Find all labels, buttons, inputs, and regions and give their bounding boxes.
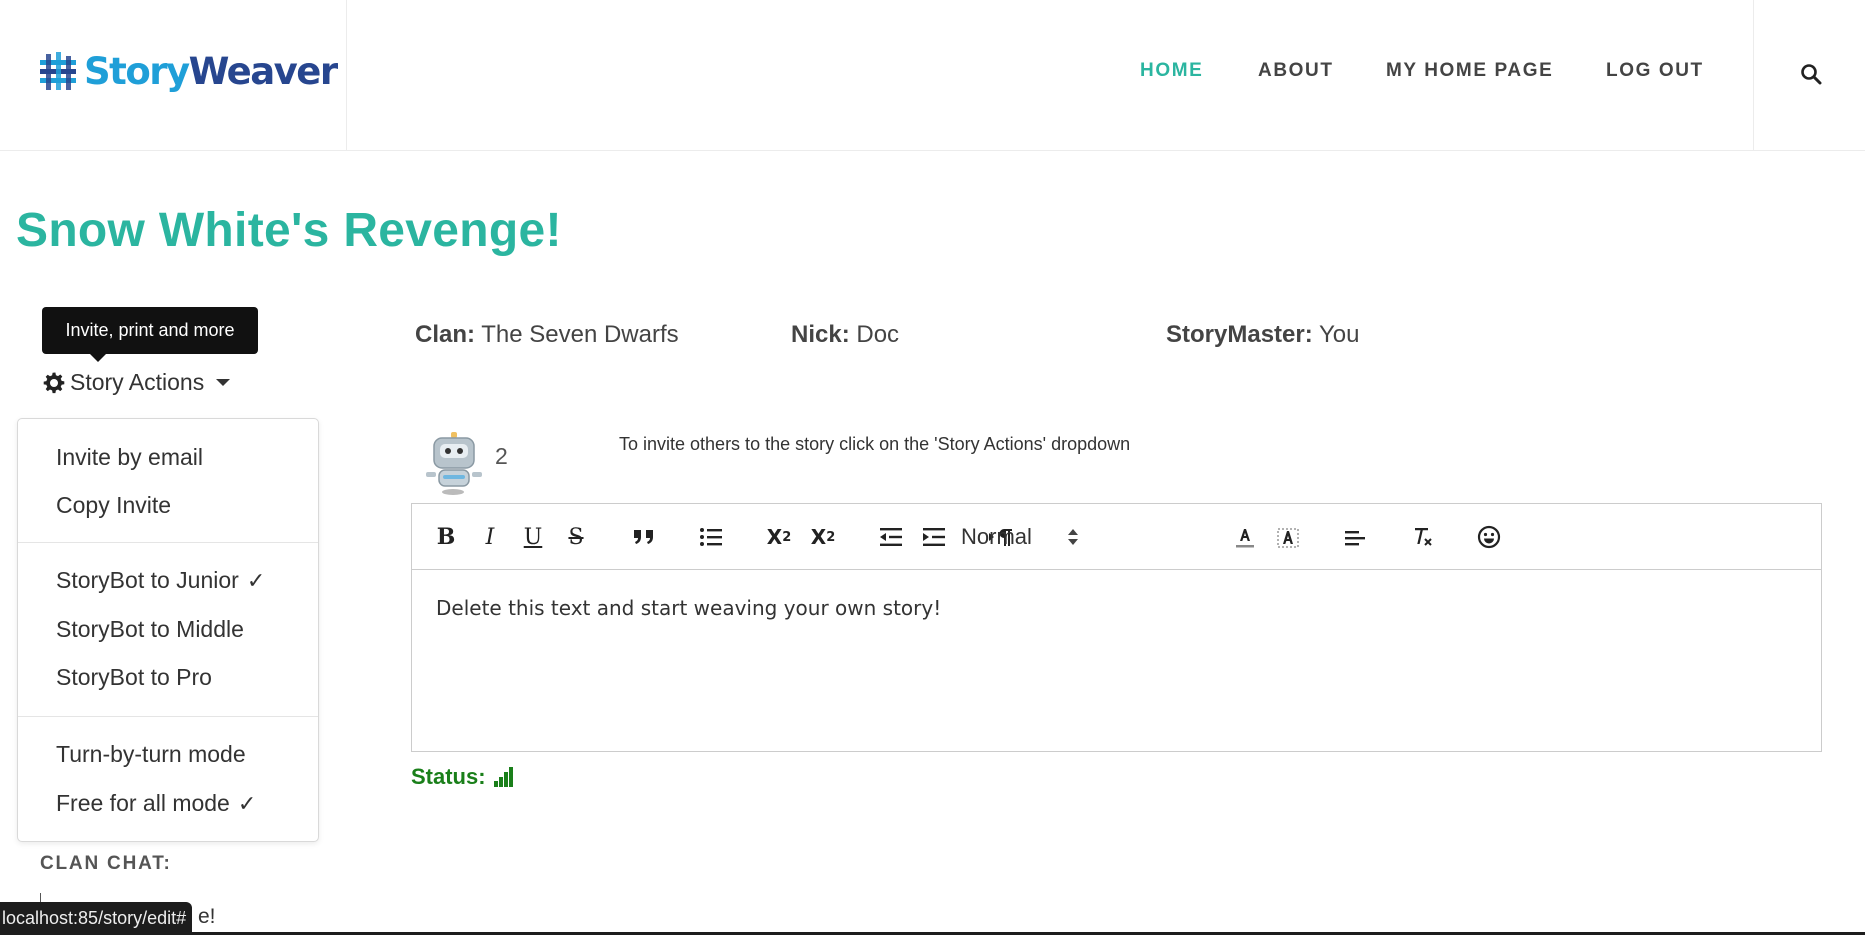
clan-label: Clan: <box>415 321 475 348</box>
menu-item-label: Copy Invite <box>56 492 172 518</box>
weave-logo-icon <box>40 52 76 90</box>
text-color-icon <box>1236 529 1254 548</box>
robot-icon <box>426 432 482 495</box>
storyweaver-logo[interactable]: StoryWeaver <box>38 50 338 94</box>
menu-item-label: Free for all mode <box>56 790 230 816</box>
underline-button[interactable]: U <box>521 522 545 552</box>
menu-invite-by-email[interactable]: Invite by email <box>56 444 203 471</box>
search-icon[interactable] <box>1800 63 1822 85</box>
outdent-icon <box>880 528 902 546</box>
menu-storybot-junior[interactable]: StoryBot to Junior ✓ <box>56 567 265 594</box>
bot-count: 2 <box>495 443 508 469</box>
page-title: Snow White's Revenge! <box>16 204 562 257</box>
nick-info: Nick: Doc <box>791 321 899 349</box>
site-header: StoryWeaver HOME ABOUT MY HOME PAGE LOG … <box>0 0 1865 151</box>
storymaster-info: StoryMaster: You <box>1166 321 1359 349</box>
story-actions-menu: Invite by email Copy Invite StoryBot to … <box>17 418 319 842</box>
invite-hint: To invite others to the story click on t… <box>619 434 1131 454</box>
search-cell <box>1753 0 1865 151</box>
menu-divider <box>18 716 318 717</box>
status-url-tooltip: localhost:85/story/edit# <box>0 902 193 935</box>
signal-bars-icon <box>493 767 513 787</box>
menu-turn-by-turn-mode[interactable]: Turn-by-turn mode <box>56 741 246 768</box>
superscript-button[interactable]: X2 <box>808 522 838 552</box>
nav-log-out[interactable]: LOG OUT <box>1606 60 1704 82</box>
bold-icon: B <box>436 524 456 550</box>
clear-format-button[interactable] <box>1409 522 1437 552</box>
italic-button[interactable]: I <box>478 522 502 552</box>
subscript-icon: X <box>766 525 783 549</box>
outdent-button[interactable] <box>878 522 904 552</box>
story-editor: B I U S X2 X2 Normal Delete this text an… <box>411 503 1822 752</box>
align-left-icon <box>1345 531 1365 546</box>
bullet-list-icon <box>700 528 722 546</box>
strikethrough-button[interactable]: S <box>564 522 588 552</box>
menu-storybot-pro[interactable]: StoryBot to Pro <box>56 664 212 691</box>
menu-item-label: StoryBot to Middle <box>56 616 244 642</box>
font-size-value: Normal <box>961 524 1032 549</box>
check-icon: ✓ <box>246 567 266 593</box>
menu-copy-invite[interactable]: Copy Invite <box>56 492 171 519</box>
menu-divider <box>18 542 318 543</box>
strikethrough-icon: S <box>568 524 584 550</box>
clan-value: The Seven Dwarfs <box>481 321 679 348</box>
align-button[interactable] <box>1342 522 1368 552</box>
status-indicator: Status: <box>411 764 514 790</box>
storymaster-label: StoryMaster: <box>1166 321 1313 348</box>
menu-free-for-all-mode[interactable]: Free for all mode ✓ <box>56 790 256 817</box>
gear-icon <box>43 372 65 393</box>
quote-icon <box>634 530 653 544</box>
menu-item-label: Turn-by-turn mode <box>56 741 246 767</box>
subscript-button[interactable]: X2 <box>764 522 794 552</box>
menu-item-label: Invite by email <box>56 444 204 470</box>
clear-formatting-icon <box>1415 528 1432 546</box>
story-actions-dropdown[interactable]: Story Actions <box>42 369 231 396</box>
subscript-mark: 2 <box>782 529 792 545</box>
caret-down-icon <box>216 379 231 386</box>
superscript-mark: 2 <box>826 529 836 545</box>
story-actions-label: Story Actions <box>70 369 205 395</box>
clan-info: Clan: The Seven Dwarfs <box>415 321 679 349</box>
text-color-button[interactable] <box>1232 522 1258 552</box>
smiley-icon <box>1477 525 1501 549</box>
superscript-icon: X <box>810 525 827 549</box>
logo-text: StoryWeaver <box>84 50 338 93</box>
highlight-icon <box>1277 528 1299 548</box>
editor-toolbar: B I U S X2 X2 Normal <box>412 504 1821 570</box>
nav-about[interactable]: ABOUT <box>1258 60 1334 82</box>
menu-item-label: StoryBot to Junior <box>56 567 239 593</box>
nav-home[interactable]: HOME <box>1140 60 1203 82</box>
nav-my-home-page[interactable]: MY HOME PAGE <box>1386 60 1553 82</box>
story-actions-tooltip: Invite, print and more <box>42 307 258 362</box>
italic-icon: I <box>485 524 495 550</box>
indent-button[interactable] <box>921 522 947 552</box>
editor-content[interactable]: Delete this text and start weaving your … <box>436 596 941 620</box>
logo-cell: StoryWeaver <box>0 0 347 151</box>
font-size-select[interactable]: Normal <box>961 522 1091 552</box>
menu-storybot-middle[interactable]: StoryBot to Middle <box>56 616 244 643</box>
menu-item-label: StoryBot to Pro <box>56 664 212 690</box>
background-color-button[interactable] <box>1275 522 1301 552</box>
nick-label: Nick: <box>791 321 850 348</box>
indent-icon <box>923 528 945 546</box>
status-label: Status: <box>411 764 486 789</box>
nick-value: Doc <box>856 321 900 348</box>
clan-chat-heading: CLAN CHAT: <box>40 853 172 874</box>
bullet-list-button[interactable] <box>697 522 725 552</box>
blockquote-button[interactable] <box>630 522 658 552</box>
emoji-button[interactable] <box>1476 522 1502 552</box>
chat-message-text: e! <box>198 905 216 928</box>
check-icon: ✓ <box>237 790 257 816</box>
select-arrows-icon <box>1068 529 1078 545</box>
underline-icon: U <box>523 524 543 550</box>
bold-button[interactable]: B <box>434 522 458 552</box>
storymaster-value: You <box>1318 321 1360 348</box>
